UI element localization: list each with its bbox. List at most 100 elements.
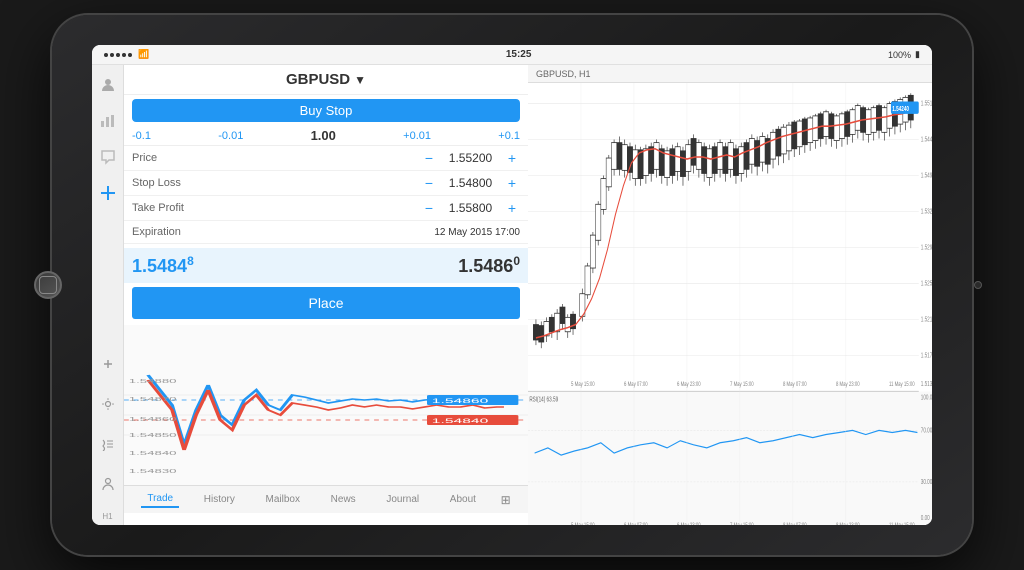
svg-text:1.52910: 1.52910 xyxy=(921,245,932,252)
sidebar-icon-person[interactable] xyxy=(96,73,120,97)
svg-text:11 May 15:00: 11 May 15:00 xyxy=(889,522,915,525)
svg-text:11 May 15:00: 11 May 15:00 xyxy=(889,381,915,388)
svg-text:1.52150: 1.52150 xyxy=(921,317,932,324)
svg-text:6 May 23:00: 6 May 23:00 xyxy=(677,522,701,525)
tab-news[interactable]: News xyxy=(325,492,362,507)
ask-price: 1.54860 xyxy=(326,254,520,277)
sidebar-icon-chart[interactable] xyxy=(96,109,120,133)
svg-text:6 May 07:00: 6 May 07:00 xyxy=(624,381,648,388)
sidebar-icons: H1 xyxy=(92,65,124,525)
sidebar-icon-person2[interactable] xyxy=(96,472,120,496)
battery-percent: 100% xyxy=(888,50,911,60)
place-button[interactable]: Place xyxy=(132,287,520,319)
svg-text:1.54900: 1.54900 xyxy=(921,173,932,180)
svg-text:1.54430: 1.54430 xyxy=(921,137,932,144)
take-profit-plus[interactable]: + xyxy=(504,201,520,215)
svg-text:1.55190: 1.55190 xyxy=(921,101,932,108)
price-minus[interactable]: − xyxy=(421,151,437,165)
symbol-dropdown-arrow[interactable]: ▼ xyxy=(354,73,366,87)
chart-area: GBPUSD, H1 xyxy=(528,65,932,525)
bid-sup: 8 xyxy=(187,254,194,268)
home-button-inner xyxy=(39,276,57,294)
svg-text:1.52530: 1.52530 xyxy=(921,281,932,288)
svg-text:6 May 23:00: 6 May 23:00 xyxy=(677,381,701,388)
tab-about[interactable]: About xyxy=(444,492,482,507)
svg-text:5 May 15:00: 5 May 15:00 xyxy=(571,522,595,525)
stop-loss-label: Stop Loss xyxy=(132,177,202,189)
bid-main: 1.5484 xyxy=(132,256,187,276)
price-plus[interactable]: + xyxy=(504,151,520,165)
ask-sup: 0 xyxy=(513,254,520,268)
lot-plus-large[interactable]: +0.1 xyxy=(498,130,520,142)
stop-loss-minus[interactable]: − xyxy=(421,176,437,190)
svg-text:RSI(14) 63.59: RSI(14) 63.59 xyxy=(529,397,558,404)
order-type-button[interactable]: Buy Stop xyxy=(132,99,520,122)
price-label: Price xyxy=(132,152,202,164)
wifi-icon: 📶 xyxy=(138,49,149,60)
timeframe-label[interactable]: H1 xyxy=(102,512,112,521)
take-profit-controls: − 1.55800 + xyxy=(421,201,520,215)
expiration-label: Expiration xyxy=(132,226,202,238)
svg-text:8 May 23:00: 8 May 23:00 xyxy=(836,522,860,525)
svg-text:1.54880: 1.54880 xyxy=(129,379,177,385)
take-profit-minus[interactable]: − xyxy=(421,201,437,215)
sidebar-icon-settings[interactable] xyxy=(96,392,120,416)
tablet-screen: 📶 15:25 100% ▮ xyxy=(92,45,932,525)
status-bar: 📶 15:25 100% ▮ xyxy=(92,45,932,65)
stop-loss-plus[interactable]: + xyxy=(504,176,520,190)
tab-mailbox[interactable]: Mailbox xyxy=(260,492,306,507)
tab-history[interactable]: History xyxy=(198,492,241,507)
svg-text:100.00: 100.00 xyxy=(921,395,932,402)
stop-loss-field-row: Stop Loss − 1.54800 + xyxy=(124,171,528,196)
stop-loss-controls: − 1.54800 + xyxy=(421,176,520,190)
svg-text:1.53290: 1.53290 xyxy=(921,209,932,216)
bid-price: 1.54848 xyxy=(132,254,326,277)
take-profit-value: 1.55800 xyxy=(443,201,498,215)
camera-dot xyxy=(974,281,982,289)
svg-text:8 May 07:00: 8 May 07:00 xyxy=(783,381,807,388)
home-button[interactable] xyxy=(34,271,62,299)
battery-icon: ▮ xyxy=(915,49,920,60)
lot-minus-small[interactable]: -0.01 xyxy=(218,130,243,142)
svg-text:70.00: 70.00 xyxy=(921,428,932,435)
sidebar-icon-script[interactable] xyxy=(96,432,120,456)
lot-value: 1.00 xyxy=(311,128,336,143)
svg-text:1.54870: 1.54870 xyxy=(129,397,177,403)
trade-panel: GBPUSD ▼ Buy Stop -0.1 -0.01 1.00 +0.01 … xyxy=(124,65,528,525)
svg-text:7 May 15:00: 7 May 15:00 xyxy=(730,522,754,525)
lot-minus-large[interactable]: -0.1 xyxy=(132,130,151,142)
chart-header: GBPUSD, H1 xyxy=(528,65,932,83)
ask-main: 1.5486 xyxy=(458,256,513,276)
svg-text:5 May 15:00: 5 May 15:00 xyxy=(571,381,595,388)
chart-symbol-label: GBPUSD, H1 xyxy=(536,69,591,79)
layout-icon[interactable]: ⊞ xyxy=(501,493,511,507)
svg-text:8 May 23:00: 8 May 23:00 xyxy=(836,381,860,388)
svg-text:1.54840: 1.54840 xyxy=(129,451,177,457)
tablet-device: 📶 15:25 100% ▮ xyxy=(52,15,972,555)
svg-text:1.54240: 1.54240 xyxy=(892,106,909,113)
svg-text:1.54840: 1.54840 xyxy=(432,417,489,425)
price-controls: − 1.55200 + xyxy=(421,151,520,165)
svg-text:6 May 07:00: 6 May 07:00 xyxy=(624,522,648,525)
take-profit-field-row: Take Profit − 1.55800 + xyxy=(124,196,528,221)
lot-plus-small[interactable]: +0.01 xyxy=(403,130,431,142)
sidebar-icon-add[interactable] xyxy=(96,181,120,205)
symbol-name: GBPUSD xyxy=(286,71,350,88)
bid-ask-row: 1.54848 1.54860 xyxy=(124,248,528,283)
tab-journal[interactable]: Journal xyxy=(380,492,425,507)
take-profit-label: Take Profit xyxy=(132,202,202,214)
stop-loss-value: 1.54800 xyxy=(443,176,498,190)
tab-trade[interactable]: Trade xyxy=(141,491,179,508)
price-chart: 1.55190 1.54430 1.54900 1.53290 1.52910 … xyxy=(528,83,932,525)
svg-text:7 May 15:00: 7 May 15:00 xyxy=(730,381,754,388)
sidebar-icon-plus[interactable] xyxy=(96,352,120,376)
svg-text:1.51390: 1.51390 xyxy=(921,381,932,388)
bottom-tabs: Trade History Mailbox News Journal About… xyxy=(124,485,528,513)
svg-text:1.54830: 1.54830 xyxy=(129,469,177,475)
svg-text:1.51770: 1.51770 xyxy=(921,353,932,360)
expiration-value[interactable]: 12 May 2015 17:00 xyxy=(434,227,520,238)
mini-chart: 1.54860 1.54840 1.54880 1.54870 1.54860 … xyxy=(124,325,528,485)
sidebar-icon-chat[interactable] xyxy=(96,145,120,169)
main-content: H1 GBPUSD ▼ Buy Stop -0.1 -0.01 1.00 +0.… xyxy=(92,65,932,525)
symbol-header: GBPUSD ▼ xyxy=(124,65,528,95)
